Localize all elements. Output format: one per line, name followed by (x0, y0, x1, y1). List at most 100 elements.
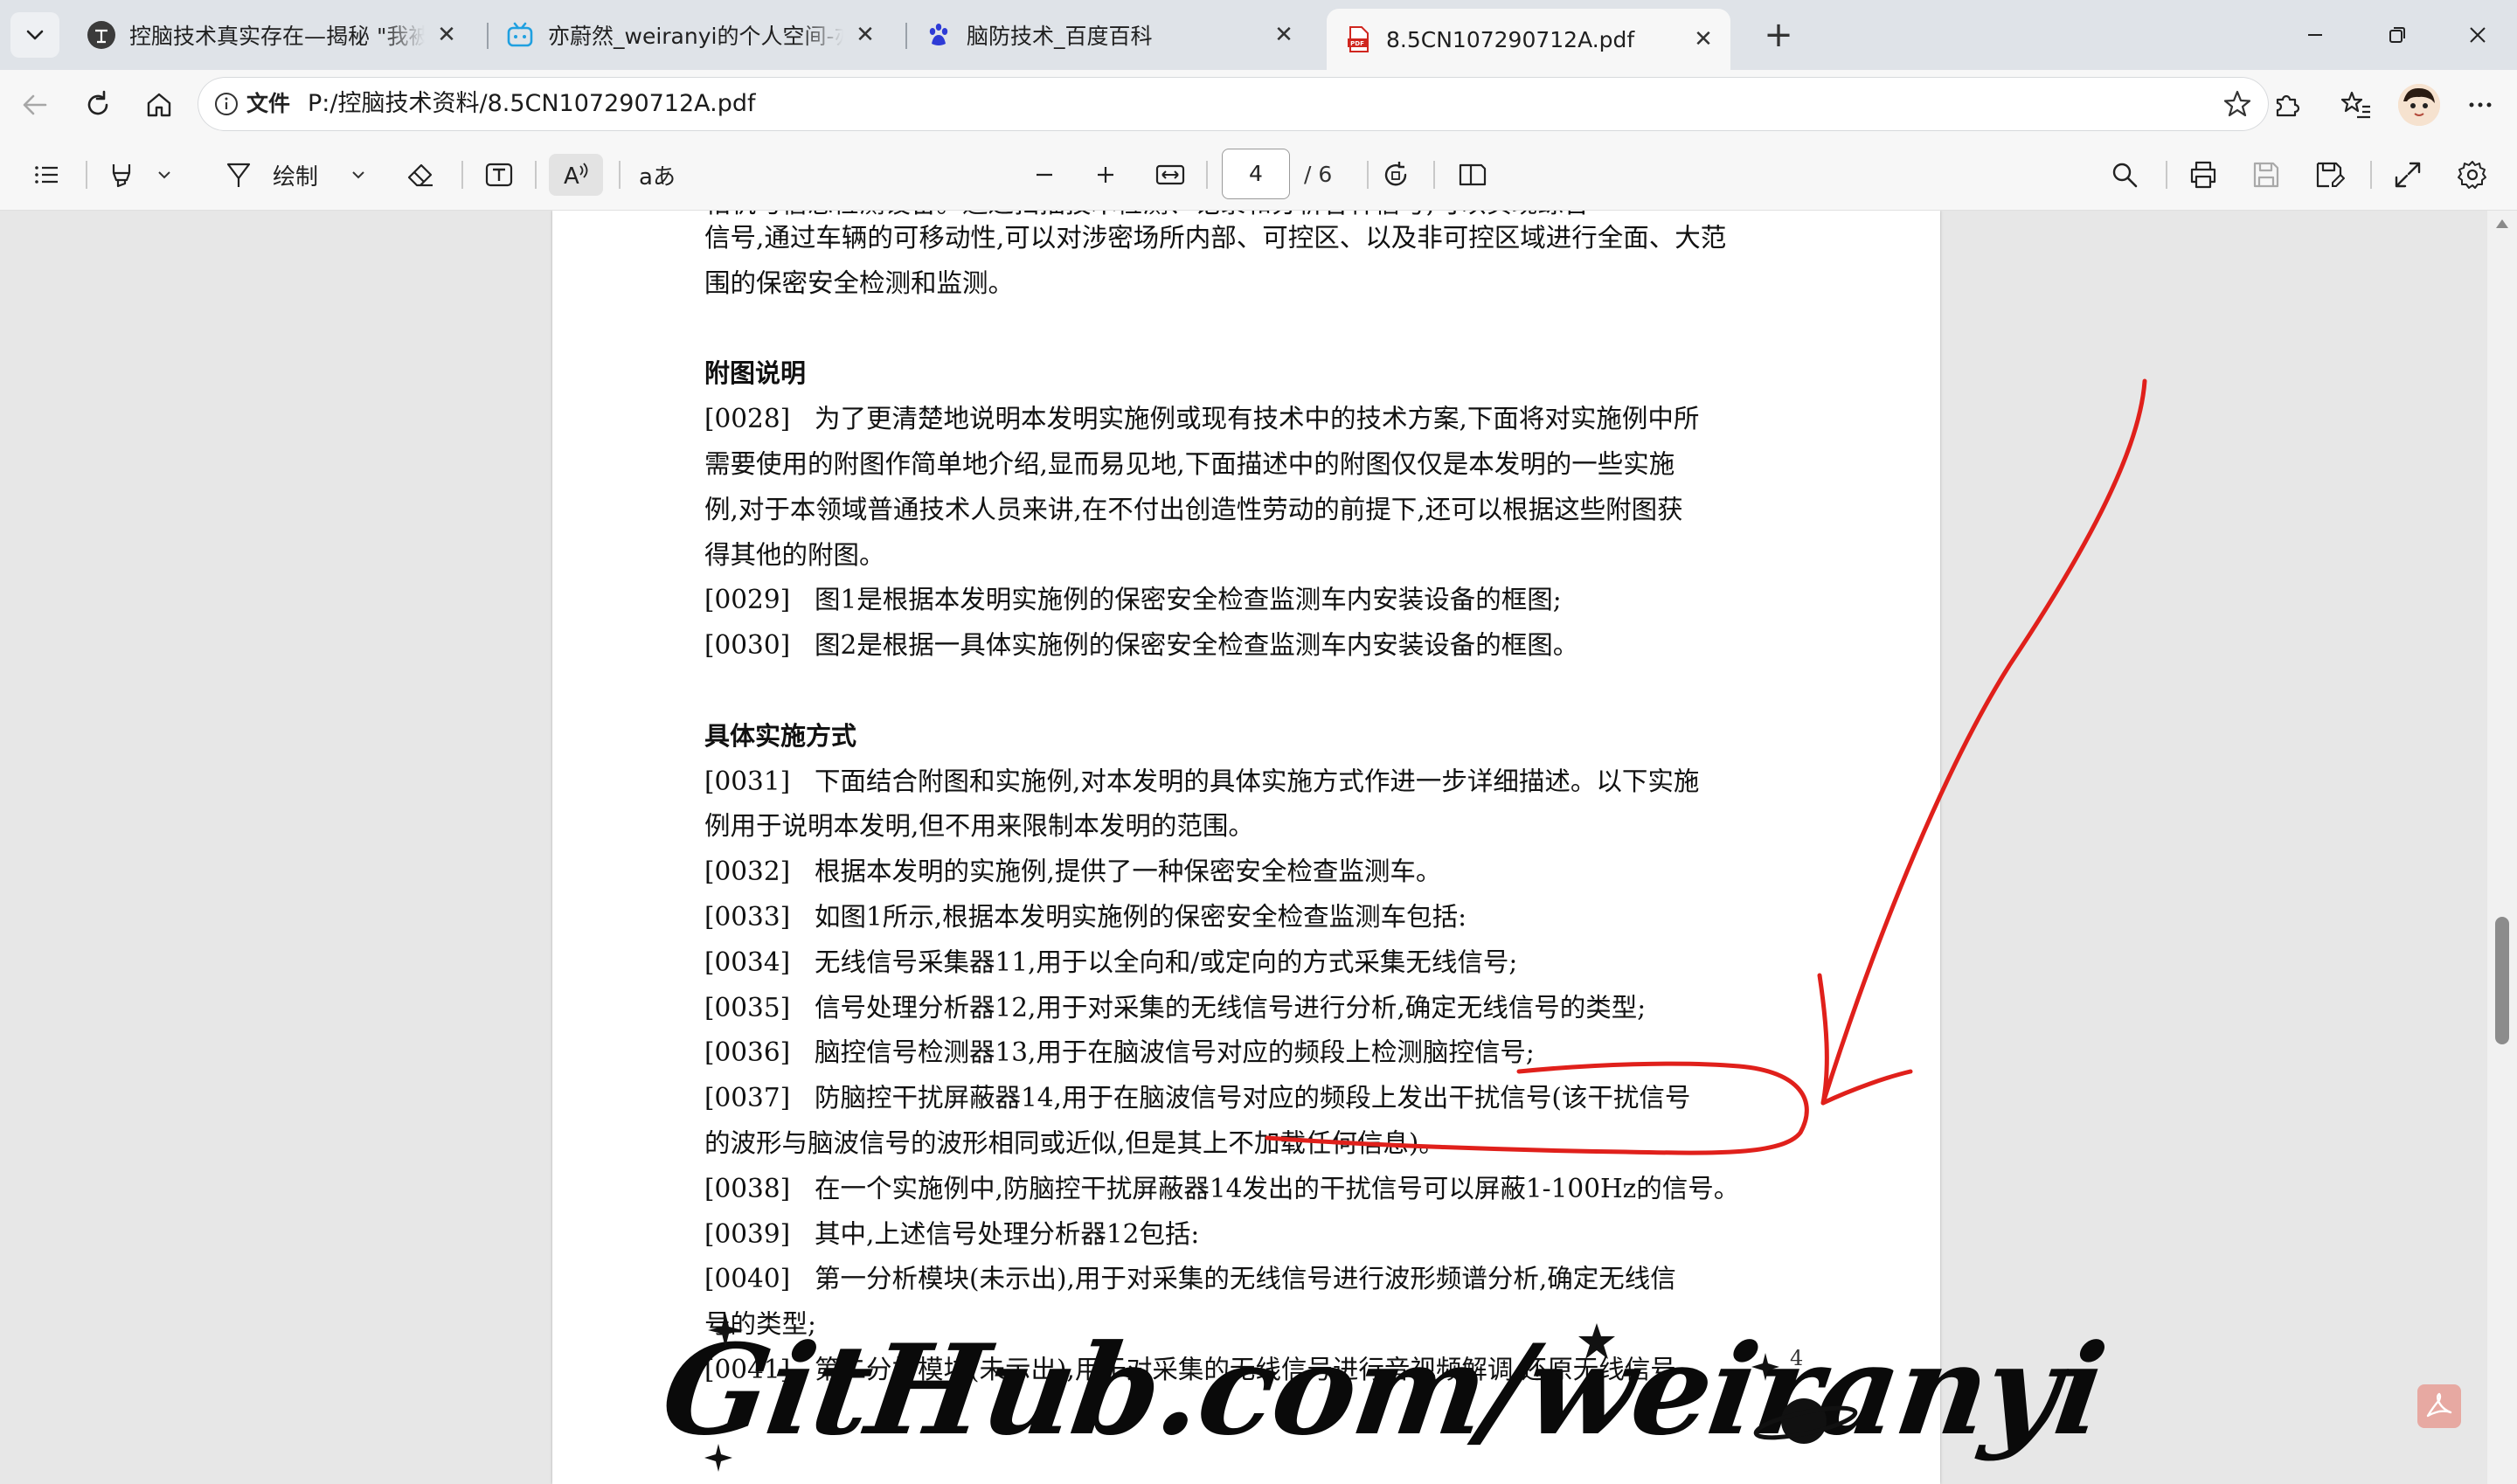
more-menu-button[interactable] (2458, 82, 2503, 128)
fit-to-width-button[interactable] (1150, 154, 1190, 196)
paragraph-number: [0028] (704, 404, 791, 433)
refresh-button[interactable] (75, 82, 121, 128)
paragraph-number: [0031] (704, 766, 791, 796)
toolbar-separator (1367, 161, 1369, 189)
minus-icon (1037, 173, 1052, 177)
tab-3-active[interactable]: PDF 8.5CN107290712A.pdf ✕ (1327, 9, 1730, 70)
highlight-dropdown[interactable] (149, 154, 180, 196)
toolbar-separator (461, 161, 463, 189)
home-button[interactable] (136, 82, 182, 128)
save-as-icon (2316, 162, 2345, 188)
zoom-in-button[interactable] (1085, 154, 1126, 196)
pdf-viewer[interactable]: 相机与信息检测设备。通过扫描技术检测、记录和分析各种信号,可以实现综合 信号,通… (0, 211, 2517, 1484)
tab-strip: 控脑技术真实存在—揭秘 "我被脑控了" ✕ 亦蔚然_weiranyi的个人空间-… (0, 0, 2517, 70)
settings-button[interactable] (2452, 154, 2493, 196)
minimize-button[interactable] (2285, 12, 2346, 58)
save-as-button[interactable] (2309, 154, 2349, 196)
favorites-button[interactable] (2333, 82, 2379, 128)
new-tab-button[interactable]: + (1758, 16, 1799, 56)
extensions-button[interactable] (2264, 82, 2309, 128)
close-icon[interactable]: ✕ (852, 22, 878, 48)
draw-dropdown[interactable] (343, 154, 374, 196)
close-icon (2470, 27, 2486, 43)
paragraph-number: [0035] (704, 993, 791, 1023)
watermark-planet-icon (1753, 1398, 1858, 1444)
section-heading: 附图说明 (704, 356, 806, 391)
print-button[interactable] (2183, 154, 2223, 196)
highlight-button[interactable] (101, 154, 142, 196)
acrobat-logo-button[interactable] (2417, 1384, 2461, 1428)
home-icon (147, 93, 171, 117)
pdf-file-icon: PDF (1344, 25, 1372, 53)
line-text: 其中,上述信号处理分析器12包括: (815, 1219, 1200, 1249)
translate-button[interactable]: aあ (634, 154, 680, 196)
paragraph-number: [0036] (704, 1037, 791, 1067)
vertical-scrollbar[interactable] (2487, 211, 2517, 1484)
line-text: 防脑控干扰屏蔽器14,用于在脑波信号对应的频段上发出干扰信号(该干扰信号 (815, 1083, 1691, 1113)
eraser-button[interactable] (400, 154, 440, 196)
line-text: 具体实施方式 (704, 721, 857, 751)
line-text: 脑控信号检测器13,用于在脑波信号对应的频段上检测脑控信号; (815, 1037, 1535, 1067)
toolbar-separator (535, 161, 537, 189)
page-view-button[interactable] (1453, 154, 1493, 196)
url-text[interactable]: P:/控脑技术资料/8.5CN107290712A.pdf (308, 87, 756, 121)
text-line: [0039] 其中,上述信号处理分析器12包括: (704, 1217, 1199, 1252)
find-button[interactable] (2104, 154, 2145, 196)
info-icon[interactable] (213, 91, 239, 117)
puzzle-icon (2276, 94, 2300, 117)
file-scheme-chip: 文件 (246, 91, 291, 116)
page-number-input[interactable]: 4 (1222, 149, 1290, 199)
scroll-up-arrow-icon[interactable] (2496, 219, 2508, 228)
text-line: [0028] 为了更清楚地说明本发明实施例或现有技术中的技术方案,下面将对实施例中… (704, 401, 1699, 436)
address-bar[interactable]: 文件 P:/控脑技术资料/8.5CN107290712A.pdf (198, 77, 2269, 131)
profile-avatar[interactable] (2398, 84, 2440, 126)
text-line: 得其他的附图。 (704, 537, 885, 572)
draw-label[interactable]: 绘制 (273, 154, 334, 196)
line-text: 的波形与脑波信号的波形相同或近似,但是其上不加载任何信息)。 (704, 1128, 1445, 1158)
pen-draw-icon (226, 163, 251, 187)
fullscreen-button[interactable] (2388, 154, 2428, 196)
text-line: 例用于说明本发明,但不用来限制本发明的范围。 (704, 808, 1254, 843)
star-favorite-icon[interactable] (2222, 88, 2253, 120)
close-icon[interactable]: ✕ (1271, 22, 1297, 48)
line-text: 附图说明 (704, 358, 807, 388)
line-text: 下面结合附图和实施例,对本发明的具体实施方式作进一步详细描述。以下实施 (815, 766, 1700, 796)
pdf-toolbar: 绘制 A aあ 4 / 6 (0, 140, 2517, 211)
close-window-button[interactable] (2447, 12, 2508, 58)
contents-button[interactable] (26, 154, 66, 196)
tab-2[interactable]: 脑防技术_百度百科 ✕ (907, 9, 1311, 61)
tab-1[interactable]: 亦蔚然_weiranyi的个人空间-亦蔚然 ✕ (489, 9, 892, 61)
line-text: 无线信号采集器11,用于以全向和/或定向的方式采集无线信号; (815, 947, 1518, 977)
minimize-icon (2308, 34, 2322, 36)
toolbar-separator (2370, 161, 2372, 189)
paragraph-number: [0030] (704, 630, 791, 660)
save-button[interactable] (2246, 154, 2286, 196)
toolbar-separator (1433, 161, 1435, 189)
tab-actions-chevron-button[interactable] (10, 12, 59, 58)
restore-button[interactable] (2367, 12, 2428, 58)
highlighter-icon (112, 164, 131, 188)
text-line: [0034] 无线信号采集器11,用于以全向和/或定向的方式采集无线信号; (704, 945, 1517, 980)
back-button[interactable] (12, 82, 58, 128)
line-text: 如图1所示,根据本发明实施例的保密安全检查监测车包括: (815, 902, 1467, 932)
close-icon[interactable]: ✕ (433, 22, 460, 48)
search-icon (2112, 163, 2138, 188)
watermark-star-icon (1578, 1323, 1615, 1359)
read-aloud-button[interactable]: A (549, 154, 603, 196)
read-aloud-icon: A (564, 163, 588, 190)
zhihu-style-avatar-icon (87, 21, 115, 49)
scrollbar-thumb[interactable] (2495, 917, 2509, 1044)
tab-0[interactable]: 控脑技术真实存在—揭秘 "我被脑控了" ✕ (70, 9, 474, 61)
expand-icon (2395, 162, 2421, 188)
paragraph-number: [0037] (704, 1083, 791, 1113)
pdf-page[interactable]: 相机与信息检测设备。通过扫描技术检测、记录和分析各种信号,可以实现综合 信号,通… (552, 211, 1940, 1484)
restore-icon (2389, 27, 2405, 43)
watermark-star-icon (704, 1444, 732, 1472)
rotate-button[interactable] (1376, 154, 1416, 196)
close-icon[interactable]: ✕ (1690, 26, 1716, 52)
add-text-button[interactable] (479, 154, 519, 196)
zoom-out-button[interactable] (1024, 154, 1064, 196)
text-line: [0040] 第一分析模块(未示出),用于对采集的无线信号进行波形频谱分析,确定无… (704, 1261, 1676, 1296)
draw-button[interactable] (218, 154, 259, 196)
paragraph-number: [0033] (704, 902, 791, 932)
